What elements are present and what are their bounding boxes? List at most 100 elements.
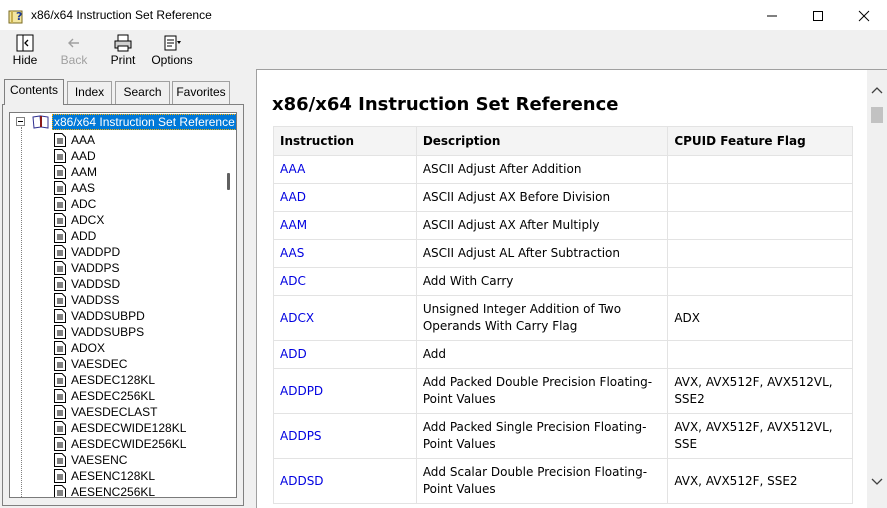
tree-item-label: AESDEC256KL [71, 389, 156, 403]
scrollbar-thumb[interactable] [871, 107, 883, 123]
vertical-scrollbar[interactable] [867, 69, 887, 508]
help-page-icon [54, 405, 66, 419]
help-page-icon [54, 341, 66, 355]
help-page-icon [54, 453, 66, 467]
description-cell: Unsigned Integer Addition of Two Operand… [415, 295, 669, 341]
cpuid-cell: ADX [667, 295, 853, 341]
tree-item[interactable]: AESDECWIDE256KL [10, 436, 230, 452]
help-page-icon [54, 245, 66, 259]
tree-item-label: AESDECWIDE128KL [71, 421, 187, 435]
tree-item[interactable]: AESDECWIDE128KL [10, 420, 230, 436]
tree-item[interactable]: AAM [10, 164, 230, 180]
instruction-link[interactable]: ADC [273, 267, 417, 296]
tree-item[interactable]: VADDPS [10, 260, 230, 276]
table-body: AAA ASCII Adjust After Addition AAD ASCII A… [273, 155, 853, 504]
tab-search[interactable]: Search [115, 81, 170, 104]
tree-item[interactable]: AAS [10, 180, 230, 196]
tree-scroll-indicator[interactable] [227, 173, 230, 190]
instruction-link[interactable]: ADD [273, 340, 417, 369]
help-page-icon [54, 357, 66, 371]
description-cell: ASCII Adjust AX Before Division [415, 183, 669, 212]
tree-item[interactable]: AAA [10, 132, 230, 148]
tree-item[interactable]: AESENC128KL [10, 468, 230, 484]
tab-favorites[interactable]: Favorites [172, 81, 230, 104]
tree-item[interactable]: AESDEC256KL [10, 388, 230, 404]
minimize-button[interactable] [749, 0, 795, 31]
tree-item-label: ADCX [71, 213, 105, 227]
hide-pane-icon [16, 34, 34, 52]
tree-item[interactable]: VADDSUBPD [10, 308, 230, 324]
tab-index[interactable]: Index [67, 81, 112, 104]
options-button[interactable]: Options [148, 33, 196, 69]
tree-item[interactable]: VADDSS [10, 292, 230, 308]
tab-contents[interactable]: Contents [4, 79, 64, 105]
tree-item-label: AESDEC128KL [71, 373, 156, 387]
table-row: ADDPS Add Packed Single Precision Floatin… [273, 413, 853, 459]
print-button[interactable]: Print [104, 33, 142, 69]
help-page-icon [54, 133, 66, 147]
instruction-link[interactable]: AAS [273, 239, 417, 268]
tree-item-list: AAA AAD AAM AAS ADC ADCX ADD VADDPD VADDPS VADDSD… [10, 132, 230, 498]
pane-splitter[interactable] [248, 69, 256, 508]
tree-item[interactable]: VAESENC [10, 452, 230, 468]
maximize-button[interactable] [795, 0, 841, 31]
tree-item-label: AESENC256KL [71, 485, 156, 498]
tree-item[interactable]: ADC [10, 196, 230, 212]
tree-item[interactable]: VADDPD [10, 244, 230, 260]
help-page-icon [54, 261, 66, 275]
table-row: AAD ASCII Adjust AX Before Division [273, 183, 853, 212]
cpuid-cell [667, 340, 853, 369]
content-pane: x86/x64 Instruction Set Reference Instru… [256, 69, 867, 508]
tree-item[interactable]: ADOX [10, 340, 230, 356]
cpuid-cell [667, 183, 853, 212]
minimize-icon [767, 15, 777, 17]
tree-item-label: VADDSUBPD [71, 309, 145, 323]
tree-item[interactable]: AAD [10, 148, 230, 164]
description-cell: Add Packed Double Precision Floating-Poi… [415, 368, 669, 414]
tree-item[interactable]: VADDSUBPS [10, 324, 230, 340]
back-button[interactable]: Back [56, 33, 92, 69]
instruction-link[interactable]: ADDPD [273, 368, 417, 414]
tree-item[interactable]: AESENC256KL [10, 484, 230, 498]
column-header-instruction: Instruction [273, 126, 417, 156]
hide-button[interactable]: Hide [6, 33, 44, 69]
back-label: Back [60, 53, 88, 67]
collapse-icon[interactable] [16, 117, 25, 126]
back-arrow-icon [68, 38, 79, 48]
tree-item[interactable]: AESDEC128KL [10, 372, 230, 388]
help-page-icon [54, 373, 66, 387]
maximize-icon [813, 11, 823, 21]
tree-root-label[interactable]: x86/x64 Instruction Set Reference [52, 114, 236, 130]
instruction-link[interactable]: ADDPS [273, 413, 417, 459]
tree-item[interactable]: ADCX [10, 212, 230, 228]
scroll-down-arrow-icon[interactable] [871, 478, 883, 486]
help-page-icon [54, 213, 66, 227]
description-cell: Add Packed Single Precision Floating-Poi… [415, 413, 669, 459]
tree-item[interactable]: VAESDECLAST [10, 404, 230, 420]
tree-item-label: VADDPS [71, 261, 120, 275]
tree-item-label: AAD [71, 149, 96, 163]
description-cell: ASCII Adjust After Addition [415, 155, 669, 184]
help-page-icon [54, 325, 66, 339]
close-button[interactable] [841, 0, 887, 31]
help-page-icon [54, 181, 66, 195]
contents-tree[interactable]: x86/x64 Instruction Set Reference AAA AAD… [9, 112, 237, 498]
instruction-link[interactable]: AAD [273, 183, 417, 212]
instruction-link[interactable]: AAA [273, 155, 417, 184]
help-page-icon [54, 149, 66, 163]
tree-item[interactable]: VAESDEC [10, 356, 230, 372]
instruction-link[interactable]: ADCX [273, 295, 417, 341]
tree-item[interactable]: ADD [10, 228, 230, 244]
help-page-icon [54, 229, 66, 243]
tree-item[interactable]: VADDSD [10, 276, 230, 292]
tree-item-label: AESDECWIDE256KL [71, 437, 187, 451]
table-row: ADDPD Add Packed Double Precision Floatin… [273, 368, 853, 414]
instruction-link[interactable]: AAM [273, 211, 417, 240]
tree-item-label: VADDSUBPS [71, 325, 145, 339]
print-label: Print [110, 53, 136, 67]
scroll-up-arrow-icon[interactable] [871, 86, 883, 94]
open-book-icon [32, 115, 49, 129]
tree-item-label: AAS [71, 181, 96, 195]
instruction-link[interactable]: ADDSD [273, 458, 417, 504]
tree-item-label: AAM [71, 165, 98, 179]
